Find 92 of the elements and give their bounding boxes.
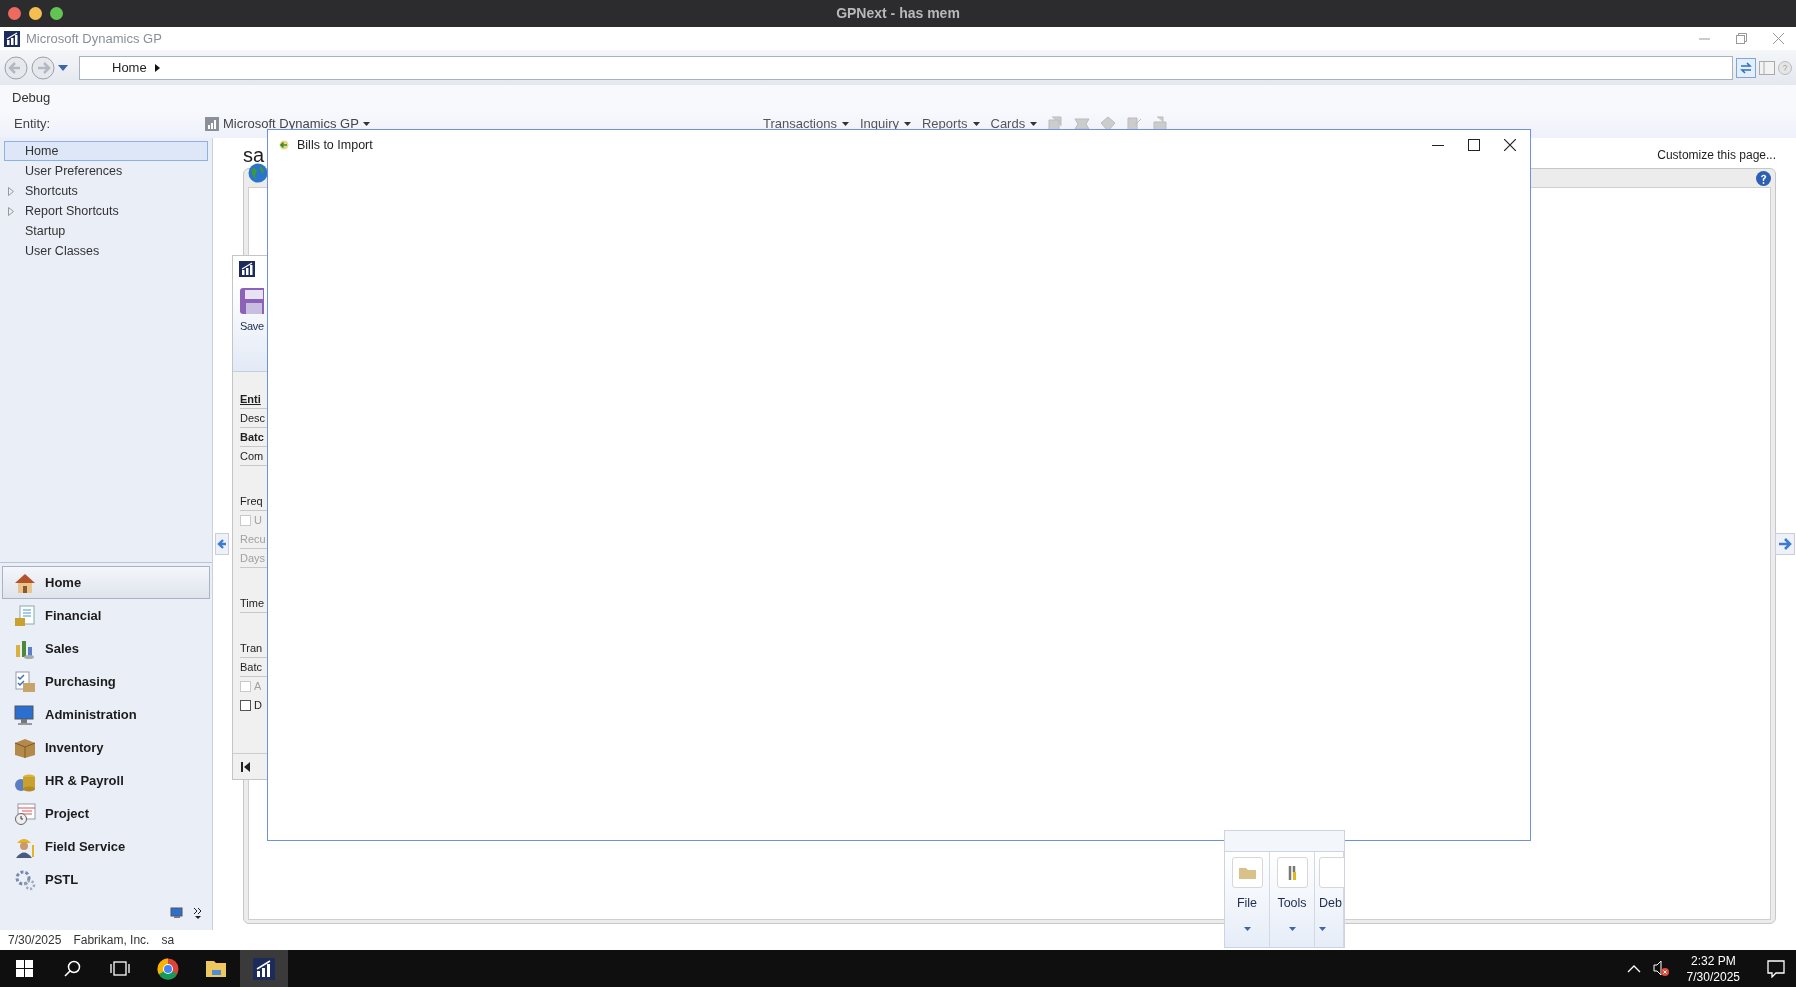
caret-icon bbox=[841, 122, 849, 126]
caret-icon[interactable] bbox=[362, 122, 370, 126]
sidebar-item[interactable]: Home bbox=[4, 141, 208, 162]
checkbox-label: A bbox=[254, 679, 262, 695]
menu-button[interactable]: Cards bbox=[990, 114, 1038, 134]
checkbox-label: D bbox=[254, 698, 262, 714]
app-icon bbox=[253, 957, 275, 980]
search-icon bbox=[63, 960, 81, 977]
clock[interactable]: 2:32 PM 7/30/2025 bbox=[1686, 952, 1740, 985]
dialog-title: Bills to Import bbox=[297, 136, 373, 154]
entity-label: Entity: bbox=[13, 115, 52, 134]
navigation-button[interactable]: Sales bbox=[2, 632, 210, 665]
menu-item[interactable]: Debug bbox=[12, 87, 51, 108]
globe-icon bbox=[248, 163, 268, 183]
first-record-icon[interactable] bbox=[241, 761, 251, 772]
field-label: Enti bbox=[240, 391, 261, 407]
caret-icon bbox=[903, 122, 911, 126]
caret-icon bbox=[972, 122, 980, 126]
help-icon[interactable] bbox=[1756, 171, 1771, 186]
field-label: Batc bbox=[240, 429, 264, 445]
navigation-button[interactable]: PSTL bbox=[2, 863, 210, 896]
navigation-button[interactable]: Field Service bbox=[2, 830, 210, 863]
sidebar-item[interactable]: Startup bbox=[4, 221, 208, 242]
checkbox-label: U bbox=[254, 513, 262, 529]
save-icon[interactable] bbox=[240, 288, 264, 314]
refresh-icon[interactable] bbox=[1736, 57, 1756, 78]
caret-icon bbox=[1030, 122, 1038, 126]
calendar-icon bbox=[13, 801, 37, 826]
field-label: Recu bbox=[240, 531, 266, 547]
navigation-button[interactable]: Home bbox=[2, 566, 210, 599]
field-label: Batc bbox=[240, 659, 262, 675]
browser-icon bbox=[157, 957, 179, 980]
menu-button[interactable]: Inquiry bbox=[859, 114, 911, 134]
ribbon-button[interactable]: Tools bbox=[1270, 852, 1315, 947]
app-logo-icon bbox=[239, 261, 255, 277]
clock-time: 2:32 PM bbox=[1689, 952, 1737, 969]
window-title: GPNext - has mem bbox=[836, 4, 960, 23]
navigation-button[interactable]: HR & Payroll bbox=[2, 764, 210, 797]
monitor-icon bbox=[13, 702, 37, 727]
show-hidden-icons-icon bbox=[1626, 963, 1641, 974]
menu-button[interactable]: Transactions bbox=[763, 114, 849, 134]
app-logo-icon bbox=[205, 117, 219, 131]
field-label: Tran bbox=[240, 640, 263, 656]
field-label: Days bbox=[240, 550, 266, 566]
ribbon-button[interactable]: File bbox=[1225, 852, 1270, 947]
navigation-button[interactable]: Administration bbox=[2, 698, 210, 731]
navigation-button[interactable]: Inventory bbox=[2, 731, 210, 764]
address-field[interactable]: Home bbox=[79, 55, 1733, 80]
dropdown-icon[interactable] bbox=[58, 63, 68, 72]
ledger-icon bbox=[13, 603, 37, 628]
field-label: Com bbox=[240, 448, 264, 464]
navigation-button[interactable]: Financial bbox=[2, 599, 210, 632]
chevron-icon[interactable] bbox=[194, 907, 202, 919]
maximize-icon[interactable] bbox=[1468, 139, 1480, 151]
field-label: Freq bbox=[240, 493, 263, 509]
task-view-icon bbox=[110, 960, 130, 977]
start-icon bbox=[15, 960, 33, 977]
chevron-icon bbox=[154, 63, 160, 72]
restore-icon[interactable] bbox=[1736, 33, 1747, 44]
checkbox[interactable] bbox=[240, 700, 251, 711]
field-label: Time bbox=[240, 595, 265, 611]
breadcrumb-link[interactable]: Home bbox=[112, 57, 147, 78]
navigation-button[interactable]: Purchasing bbox=[2, 665, 210, 698]
arrow-icon bbox=[278, 140, 290, 150]
app-button[interactable] bbox=[240, 950, 288, 987]
user-greeting: sa bbox=[243, 144, 265, 166]
ribbon-button[interactable]: Deb bbox=[1315, 852, 1344, 947]
sidebar-item[interactable]: User Classes bbox=[4, 241, 208, 262]
scroll-left-icon[interactable] bbox=[215, 533, 229, 555]
notification-icon bbox=[1767, 959, 1785, 978]
status-text: 7/30/2025 bbox=[8, 932, 62, 949]
monitor-icon[interactable] bbox=[170, 907, 184, 919]
close-icon[interactable] bbox=[1504, 139, 1516, 151]
app-title: Microsoft Dynamics GP bbox=[26, 29, 162, 48]
app-logo-icon bbox=[4, 30, 20, 47]
customize-link[interactable]: Customize this page... bbox=[1657, 144, 1776, 166]
sidebar-item[interactable]: Report Shortcuts bbox=[4, 201, 208, 222]
field-label: Desc bbox=[240, 410, 266, 426]
status-text: Fabrikam, Inc. bbox=[73, 932, 150, 949]
minimize-icon[interactable] bbox=[29, 7, 42, 20]
checklist-icon bbox=[13, 669, 37, 694]
diamond-icon[interactable] bbox=[1100, 116, 1117, 132]
pencil-icon[interactable] bbox=[1126, 116, 1143, 132]
sidebar-item[interactable]: User Preferences bbox=[4, 161, 208, 182]
zoom-icon[interactable] bbox=[50, 7, 63, 20]
sidebar-item[interactable]: Shortcuts bbox=[4, 181, 208, 202]
scroll-right-icon[interactable] bbox=[1775, 533, 1795, 555]
status-text: sa bbox=[161, 932, 175, 949]
clock-date: 7/30/2025 bbox=[1686, 968, 1740, 985]
save-label[interactable]: Save bbox=[240, 318, 266, 335]
navigation-button[interactable]: Project bbox=[2, 797, 210, 830]
menu-button[interactable]: Reports bbox=[921, 114, 980, 134]
